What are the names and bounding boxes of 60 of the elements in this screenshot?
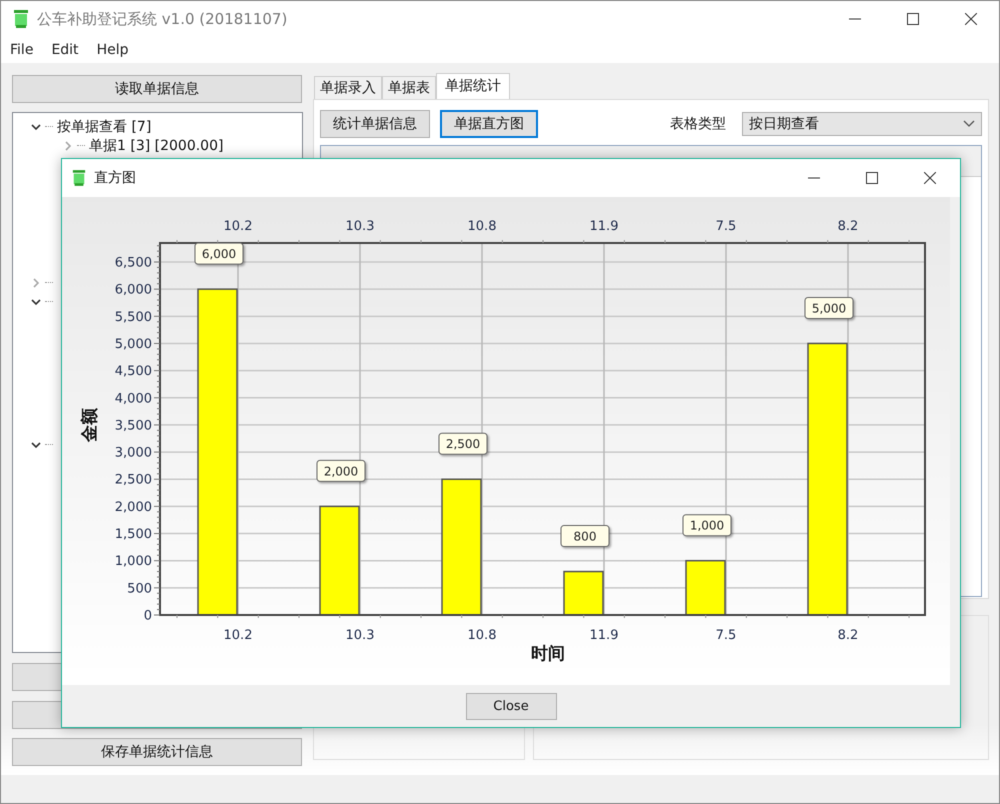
menu-item[interactable]: Help	[96, 42, 128, 58]
y-tick-label: 5,000	[114, 336, 152, 352]
read-button[interactable]: 读取单据信息	[12, 75, 302, 103]
y-tick-label: 4,500	[114, 364, 152, 380]
data-label: 1,000	[682, 514, 732, 536]
toolbar-button[interactable]: 统计单据信息	[320, 110, 430, 138]
tree-item[interactable]: 按单据查看 [7]	[57, 118, 152, 136]
x-tick-label: 8.2	[838, 628, 858, 643]
maximize-icon[interactable]	[866, 172, 878, 184]
x-tick-label: 10.2	[224, 628, 252, 643]
x-tick-label: 10.2	[224, 219, 252, 234]
data-label: 6,000	[194, 242, 244, 265]
data-label: 800	[560, 525, 610, 548]
chevron-down-icon[interactable]	[31, 122, 41, 132]
y-tick-label: 1,000	[114, 554, 152, 570]
x-axis-title: 时间	[531, 644, 565, 664]
y-tick-label: 2,000	[114, 500, 152, 515]
data-label: 5,000	[804, 296, 854, 319]
y-tick-label: 2,500	[114, 472, 152, 488]
y-tick-label: 6,500	[114, 256, 152, 270]
x-tick-label: 10.3	[346, 219, 374, 234]
x-tick-label: 7.5	[716, 628, 736, 643]
chevron-down-icon[interactable]	[31, 440, 41, 450]
close-button[interactable]: Close	[466, 692, 556, 720]
x-tick-label: 11.9	[590, 628, 618, 643]
x-tick-label: 10.8	[468, 628, 496, 643]
x-tick-label: 10.8	[468, 219, 496, 234]
y-tick-label: 0	[144, 608, 152, 624]
app-icon	[13, 10, 29, 28]
y-tick-label: 6,000	[114, 282, 152, 298]
window-title: 公车补助登记系统 v1.0 (20181107)	[37, 10, 288, 28]
y-tick-label: 5,500	[114, 310, 152, 325]
app-icon	[72, 170, 86, 186]
x-tick-label: 8.2	[838, 219, 858, 234]
menu-item[interactable]: File	[10, 42, 34, 58]
chevron-down-icon[interactable]	[31, 296, 41, 306]
tab[interactable]: 单据表	[382, 76, 436, 99]
close-icon[interactable]	[965, 13, 977, 25]
close-icon[interactable]	[924, 172, 936, 184]
dialog-title: 直方图	[94, 169, 136, 187]
tree-item[interactable]: 单据1 [3] [2000.00]	[89, 136, 224, 154]
toolbar-button[interactable]: 单据直方图	[440, 110, 538, 138]
y-tick-label: 1,500	[114, 527, 152, 542]
x-tick-label: 7.5	[716, 219, 736, 234]
y-tick-label: 4,000	[114, 391, 152, 406]
y-axis-title: 金额	[80, 408, 100, 442]
y-tick-label: 500	[127, 581, 152, 596]
table-type-label: 表格类型	[670, 115, 726, 133]
y-tick-label: 3,500	[114, 418, 152, 434]
x-tick-label: 10.3	[346, 628, 374, 643]
save-button[interactable]: 保存单据统计信息	[12, 738, 302, 766]
data-label: 2,000	[316, 460, 366, 482]
menu-item[interactable]: Edit	[51, 42, 79, 58]
y-tick-label: 3,000	[114, 446, 152, 461]
data-label: 2,500	[438, 432, 488, 455]
tab[interactable]: 单据统计	[436, 73, 510, 99]
tab[interactable]: 单据录入	[314, 76, 382, 99]
table-type-dropdown[interactable]: 按日期查看	[742, 112, 982, 136]
maximize-icon[interactable]	[907, 13, 919, 25]
x-tick-label: 11.9	[590, 219, 618, 234]
